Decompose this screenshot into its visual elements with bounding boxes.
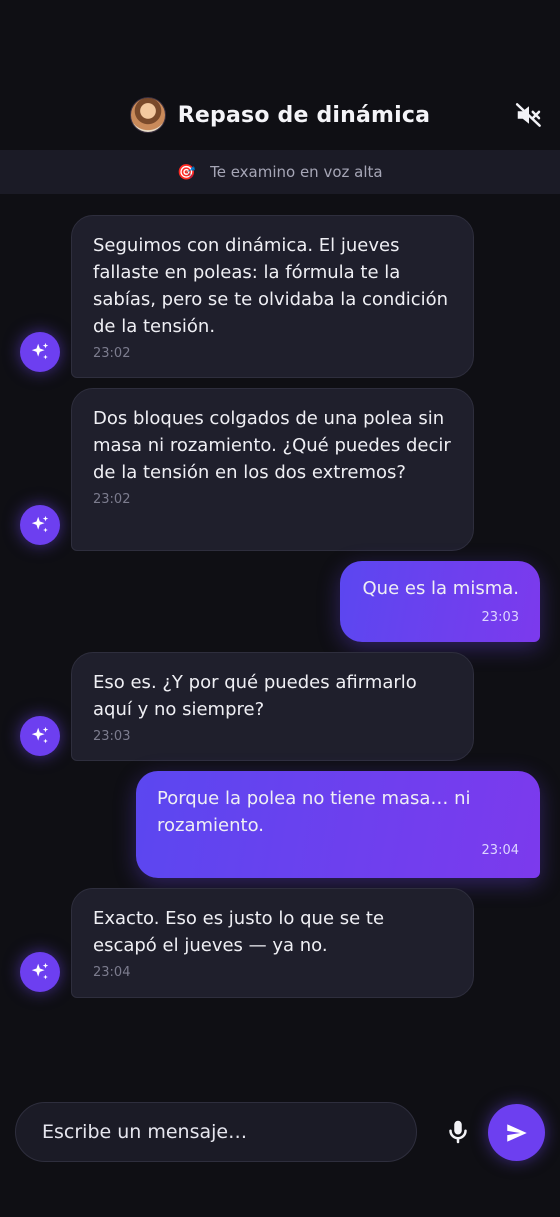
message-text: Porque la polea no tiene masa… ni rozami… xyxy=(157,788,477,836)
message-time: 23:02 xyxy=(93,346,131,361)
microphone-icon[interactable] xyxy=(443,1117,473,1147)
sparkles-icon xyxy=(31,962,49,980)
target-icon: 🎯 xyxy=(177,163,197,181)
sparkles-icon xyxy=(31,515,49,533)
chat-title: Repaso de dinámica xyxy=(177,102,431,128)
mode-banner: 🎯 Te examino en voz alta xyxy=(0,150,560,194)
message-text: Que es la misma. xyxy=(362,578,520,599)
assistant-avatar xyxy=(20,505,60,545)
assistant-message: Exacto. Eso es justo lo que se te escapó… xyxy=(71,888,474,998)
message-input[interactable] xyxy=(42,1121,402,1143)
message-time: 23:03 xyxy=(481,610,519,625)
message-text: Eso es. ¿Y por qué puedes afirmarlo aquí… xyxy=(93,672,423,720)
message-composer xyxy=(15,1102,417,1162)
assistant-avatar xyxy=(20,332,60,372)
assistant-avatar xyxy=(20,716,60,756)
message-text: Exacto. Eso es justo lo que se te escapó… xyxy=(93,908,390,956)
tutor-avatar[interactable] xyxy=(129,97,166,133)
assistant-message: Eso es. ¿Y por qué puedes afirmarlo aquí… xyxy=(71,652,474,761)
header-title-group: Repaso de dinámica xyxy=(0,96,560,134)
assistant-message: Dos bloques colgados de una polea sin ma… xyxy=(71,388,474,551)
message-text: Seguimos con dinámica. El jueves fallast… xyxy=(93,235,454,337)
chat-header: Repaso de dinámica xyxy=(0,0,560,150)
speaker-muted-icon[interactable] xyxy=(514,100,544,130)
message-time: 23:04 xyxy=(93,965,131,980)
message-time: 23:02 xyxy=(93,492,131,507)
message-time: 23:03 xyxy=(93,729,131,744)
message-text: Dos bloques colgados de una polea sin ma… xyxy=(93,408,457,483)
message-time: 23:04 xyxy=(481,843,519,858)
assistant-message: Seguimos con dinámica. El jueves fallast… xyxy=(71,215,474,378)
assistant-avatar xyxy=(20,952,60,992)
user-message: Porque la polea no tiene masa… ni rozami… xyxy=(136,771,540,878)
send-icon xyxy=(506,1123,527,1142)
sparkles-icon xyxy=(31,342,49,360)
mode-banner-text: Te examino en voz alta xyxy=(210,163,383,181)
user-message: Que es la misma. 23:03 xyxy=(340,561,540,642)
send-button[interactable] xyxy=(488,1104,545,1161)
sparkles-icon xyxy=(31,726,49,744)
